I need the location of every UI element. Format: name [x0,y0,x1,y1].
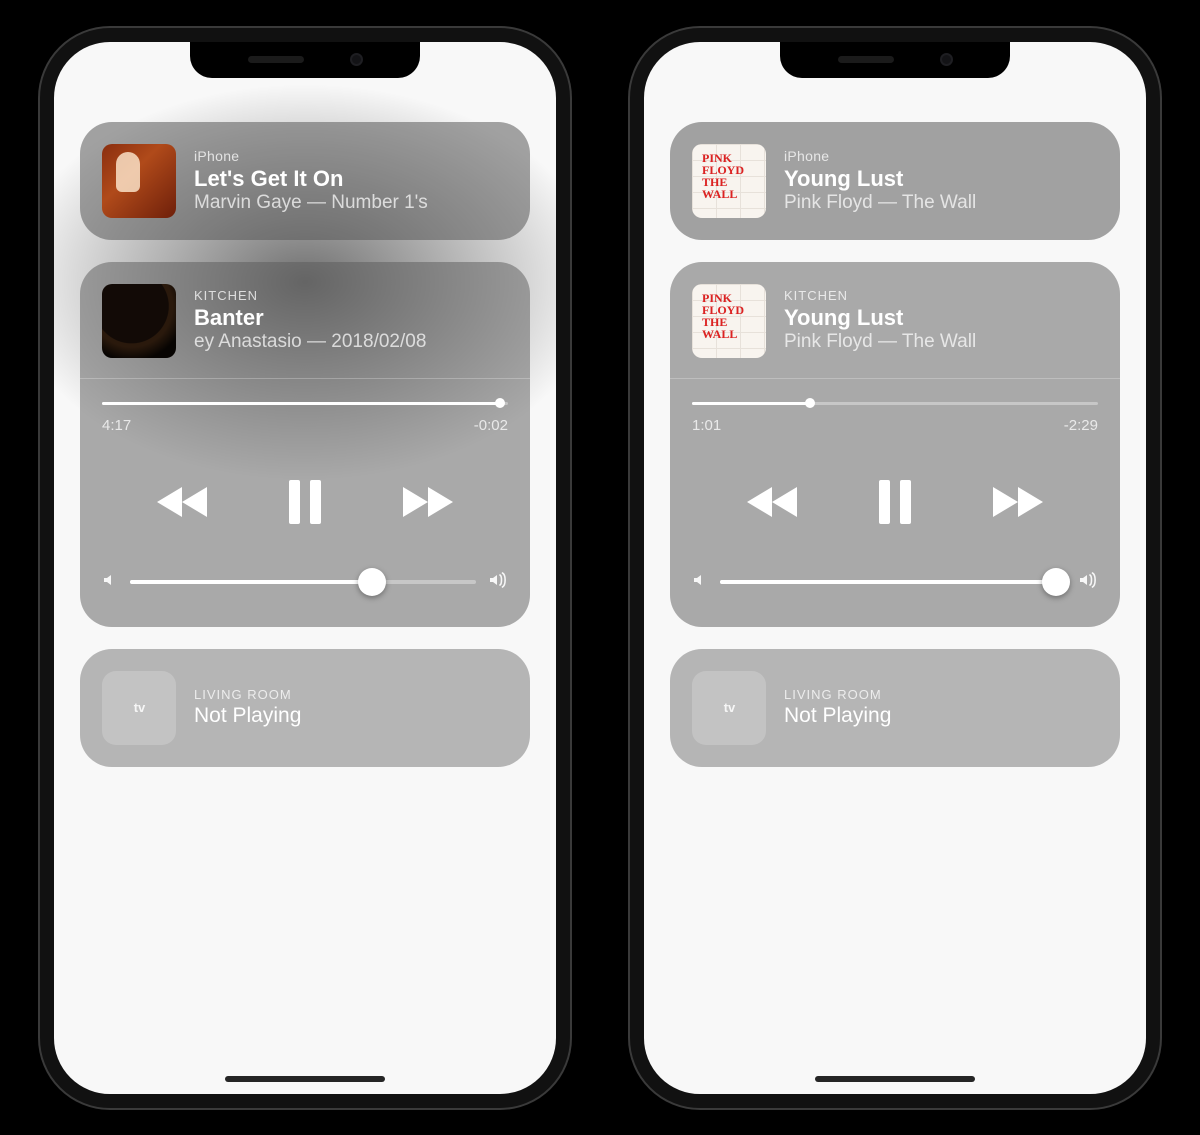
earpiece [248,56,304,63]
phone-left: iPhone Let's Get It On Marvin Gaye — Num… [40,28,570,1108]
notch [780,42,1010,78]
volume-high-icon [1078,572,1098,593]
previous-track-button[interactable] [155,484,209,520]
volume-low-icon [692,572,708,593]
device-label: LIVING ROOM [784,687,891,702]
remaining-time: -0:02 [474,417,508,434]
playback-scrubber[interactable] [102,393,508,413]
front-camera [940,53,953,66]
device-label: KITCHEN [194,288,426,303]
track-title: Young Lust [784,166,976,192]
volume-low-icon [102,572,118,593]
playback-scrubber[interactable] [692,393,1098,413]
device-label: LIVING ROOM [194,687,301,702]
pause-button[interactable] [285,478,325,526]
earpiece [838,56,894,63]
status-text: Not Playing [194,704,301,728]
appletv-icon: tv [102,671,176,745]
now-playing-kitchen-card: PINK FLOYD THE WALL KITCHEN Young Lust P… [670,262,1120,627]
previous-track-button[interactable] [745,484,799,520]
now-playing-livingroom-card[interactable]: tv LIVING ROOM Not Playing [670,649,1120,767]
track-title: Let's Get It On [194,166,428,192]
track-title: Young Lust [784,305,976,331]
track-title: Banter [194,305,426,331]
elapsed-time: 1:01 [692,417,721,434]
album-art [102,284,176,358]
album-art: PINK FLOYD THE WALL [692,144,766,218]
notch [190,42,420,78]
appletv-icon: tv [692,671,766,745]
front-camera [350,53,363,66]
now-playing-iphone-card[interactable]: PINK FLOYD THE WALL iPhone Young Lust Pi… [670,122,1120,240]
remaining-time: -2:29 [1064,417,1098,434]
control-center-audio: PINK FLOYD THE WALL iPhone Young Lust Pi… [644,42,1146,1094]
device-label: KITCHEN [784,288,976,303]
home-indicator[interactable] [225,1076,385,1082]
next-track-button[interactable] [401,484,455,520]
home-indicator[interactable] [815,1076,975,1082]
phone-right: PINK FLOYD THE WALL iPhone Young Lust Pi… [630,28,1160,1108]
divider [80,378,530,379]
artist-album: Pink Floyd — The Wall [784,331,976,353]
volume-high-icon [488,572,508,593]
now-playing-kitchen-card: KITCHEN Banter ey Anastasio — 2018/02/08… [80,262,530,627]
next-track-button[interactable] [991,484,1045,520]
album-art [102,144,176,218]
artist-album: Marvin Gaye — Number 1's [194,192,428,214]
artist-album: Pink Floyd — The Wall [784,192,976,214]
device-label: iPhone [194,148,428,164]
divider [670,378,1120,379]
volume-slider[interactable] [130,572,476,592]
now-playing-iphone-card[interactable]: iPhone Let's Get It On Marvin Gaye — Num… [80,122,530,240]
pause-button[interactable] [875,478,915,526]
status-text: Not Playing [784,704,891,728]
elapsed-time: 4:17 [102,417,131,434]
volume-slider[interactable] [720,572,1066,592]
album-art: PINK FLOYD THE WALL [692,284,766,358]
artist-album: ey Anastasio — 2018/02/08 [194,331,426,353]
now-playing-livingroom-card[interactable]: tv LIVING ROOM Not Playing [80,649,530,767]
device-label: iPhone [784,148,976,164]
control-center-audio: iPhone Let's Get It On Marvin Gaye — Num… [54,42,556,1094]
